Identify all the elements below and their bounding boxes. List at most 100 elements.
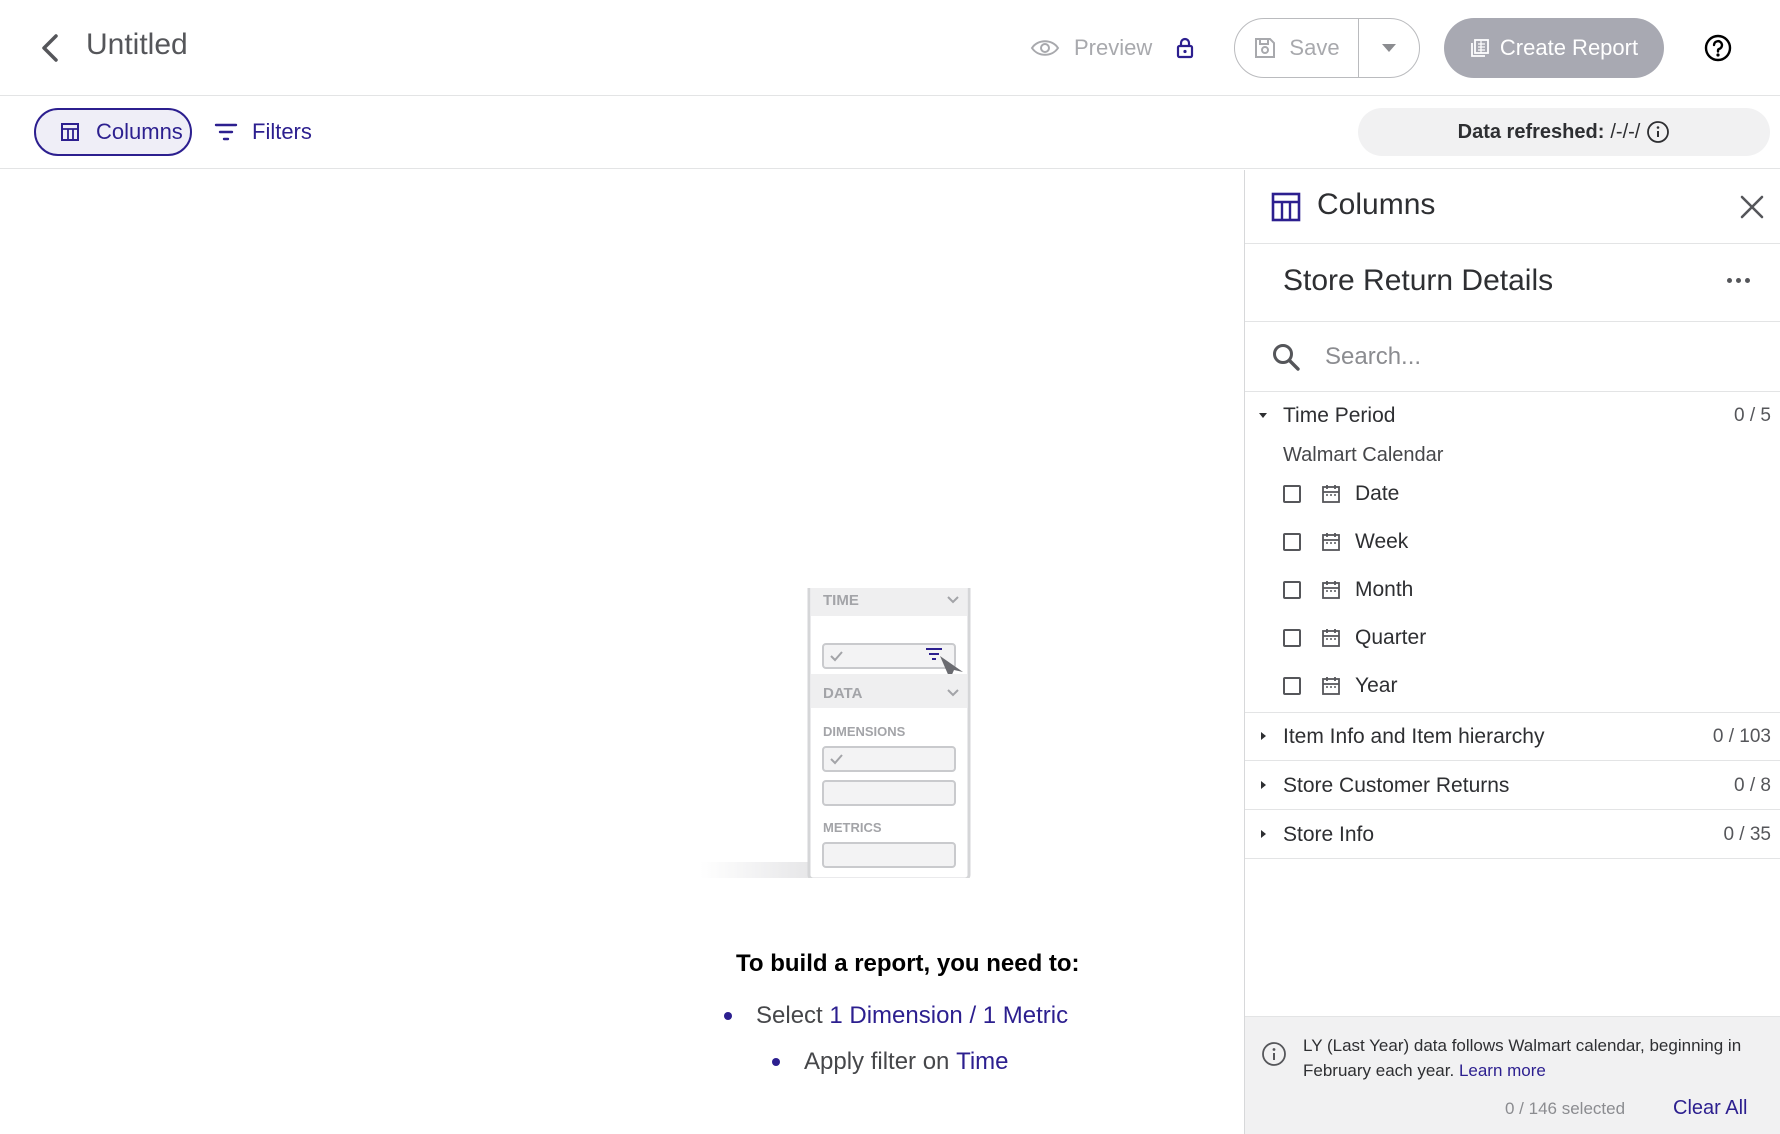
caret-right-icon (1261, 830, 1266, 838)
checkbox[interactable] (1283, 629, 1301, 647)
columns-toggle-button[interactable]: Columns (34, 108, 192, 156)
columns-label: Columns (96, 119, 183, 144)
floppy-disk-icon (1255, 38, 1276, 58)
save-button[interactable]: Save (1235, 19, 1359, 77)
group-item-info[interactable]: Item Info and Item hierarchy 0 / 103 (1245, 713, 1780, 761)
search-input[interactable] (1325, 336, 1755, 378)
filters-label: Filters (252, 119, 312, 144)
save-label: Save (1289, 35, 1340, 60)
info-icon (1262, 1042, 1286, 1066)
report-canvas: TIME DATA DIMENSIONS METRICS To build a … (0, 170, 1244, 1134)
data-refreshed-label: Data refreshed: (1457, 120, 1605, 143)
filters-button[interactable]: Filters (214, 108, 312, 156)
empty-state-illustration: TIME DATA DIMENSIONS METRICS (700, 588, 971, 878)
step1-prefix: Select (756, 1002, 823, 1029)
caret-down-icon (1382, 44, 1396, 52)
back-button[interactable] (36, 30, 64, 66)
group-store-customer-returns[interactable]: Store Customer Returns 0 / 8 (1245, 762, 1780, 810)
column-item-label: Year (1355, 674, 1398, 697)
ly-data-note: LY (Last Year) data follows Walmart cale… (1303, 1033, 1763, 1083)
illustration-time-label: TIME (823, 592, 859, 609)
calendar-subheading: Walmart Calendar (1283, 444, 1444, 466)
column-item-month[interactable]: Month (1283, 572, 1413, 608)
toolbar: Columns Filters Data refreshed: /-/-/ (0, 96, 1780, 169)
data-refreshed-badge: Data refreshed: /-/-/ (1358, 108, 1770, 156)
report-icon (1471, 39, 1489, 57)
group-name: Time Period (1283, 404, 1396, 427)
columns-panel: Columns Store Return Details Time Period… (1244, 170, 1780, 1134)
instruction-step-dimension-metric: Select 1 Dimension / 1 Metric (724, 1002, 1068, 1030)
caret-right-icon (1261, 781, 1266, 789)
column-item-quarter[interactable]: Quarter (1283, 620, 1426, 656)
search-icon (1273, 344, 1300, 371)
panel-footer: LY (Last Year) data follows Walmart cale… (1245, 1016, 1780, 1134)
page-title[interactable]: Untitled (86, 28, 188, 62)
calendar-icon (1322, 581, 1340, 599)
panel-title: Columns (1317, 188, 1436, 221)
step1-highlight: 1 Dimension / 1 Metric (829, 1002, 1069, 1029)
help-button[interactable] (1704, 34, 1732, 62)
calendar-icon (1322, 629, 1340, 647)
group-count: 0 / 103 (1712, 726, 1771, 747)
column-item-label: Month (1355, 578, 1414, 601)
chevron-left-icon (42, 34, 58, 62)
caret-down-icon (1259, 413, 1267, 418)
column-item-label: Date (1355, 482, 1400, 505)
checkbox[interactable] (1283, 533, 1301, 551)
report-builder: Untitled Preview Save Create Report Colu… (0, 0, 1780, 1134)
filter-icon (214, 123, 238, 141)
top-bar: Untitled Preview Save Create Report (0, 0, 1780, 96)
learn-more-link[interactable]: Learn more (1459, 1061, 1546, 1080)
more-options-icon[interactable] (1727, 278, 1750, 283)
create-report-button[interactable]: Create Report (1444, 18, 1664, 78)
bullet-dot (724, 1012, 732, 1020)
group-count: 0 / 35 (1723, 824, 1771, 845)
step2-prefix: Apply filter on (804, 1048, 950, 1075)
group-name: Store Customer Returns (1283, 774, 1510, 797)
data-source-name: Store Return Details (1283, 264, 1554, 297)
calendar-icon (1322, 533, 1340, 551)
column-item-label: Quarter (1355, 626, 1427, 649)
data-source-row: Store Return Details (1245, 244, 1780, 322)
checkbox[interactable] (1283, 677, 1301, 695)
lock-icon (1177, 37, 1194, 59)
bullet-dot (772, 1058, 780, 1066)
calendar-icon (1322, 677, 1340, 695)
preview-label: Preview (1074, 35, 1153, 60)
group-time-period[interactable]: Time Period 0 / 5 (1245, 392, 1780, 440)
table-icon (61, 123, 79, 141)
group-count: 0 / 5 (1734, 405, 1771, 426)
column-item-date[interactable]: Date (1283, 476, 1399, 512)
group-count: 0 / 8 (1734, 775, 1771, 796)
table-icon (1271, 192, 1301, 222)
column-item-year[interactable]: Year (1283, 668, 1397, 704)
info-icon[interactable] (1646, 120, 1670, 144)
column-item-week[interactable]: Week (1283, 524, 1408, 560)
calendar-icon (1322, 485, 1340, 503)
column-search (1245, 322, 1780, 392)
preview-button[interactable]: Preview (1030, 30, 1194, 66)
illustration-dimensions-label: DIMENSIONS (823, 724, 906, 739)
close-icon[interactable] (1739, 194, 1765, 220)
save-options-dropdown[interactable] (1359, 19, 1419, 77)
step2-highlight: Time (956, 1048, 1009, 1075)
eye-icon (1030, 40, 1060, 56)
column-item-label: Week (1355, 530, 1409, 553)
instructions-title: To build a report, you need to: (736, 950, 1080, 977)
panel-header: Columns (1245, 170, 1780, 244)
checkbox[interactable] (1283, 485, 1301, 503)
group-store-info[interactable]: Store Info 0 / 35 (1245, 811, 1780, 859)
caret-right-icon (1261, 732, 1266, 740)
data-refreshed-value: /-/-/ (1610, 120, 1641, 143)
selected-count: 0 / 146 selected (1505, 1099, 1626, 1118)
save-button-group: Save (1234, 18, 1420, 78)
create-report-label: Create Report (1499, 35, 1639, 60)
help-icon (1704, 34, 1732, 62)
illustration-data-label: DATA (823, 685, 863, 702)
group-name: Store Info (1283, 823, 1375, 846)
instruction-step-time-filter: Apply filter on Time (772, 1048, 1009, 1076)
group-name: Item Info and Item hierarchy (1283, 725, 1545, 748)
checkbox[interactable] (1283, 581, 1301, 599)
illustration-metrics-label: METRICS (823, 820, 882, 835)
clear-all-button[interactable]: Clear All (1673, 1097, 1747, 1120)
